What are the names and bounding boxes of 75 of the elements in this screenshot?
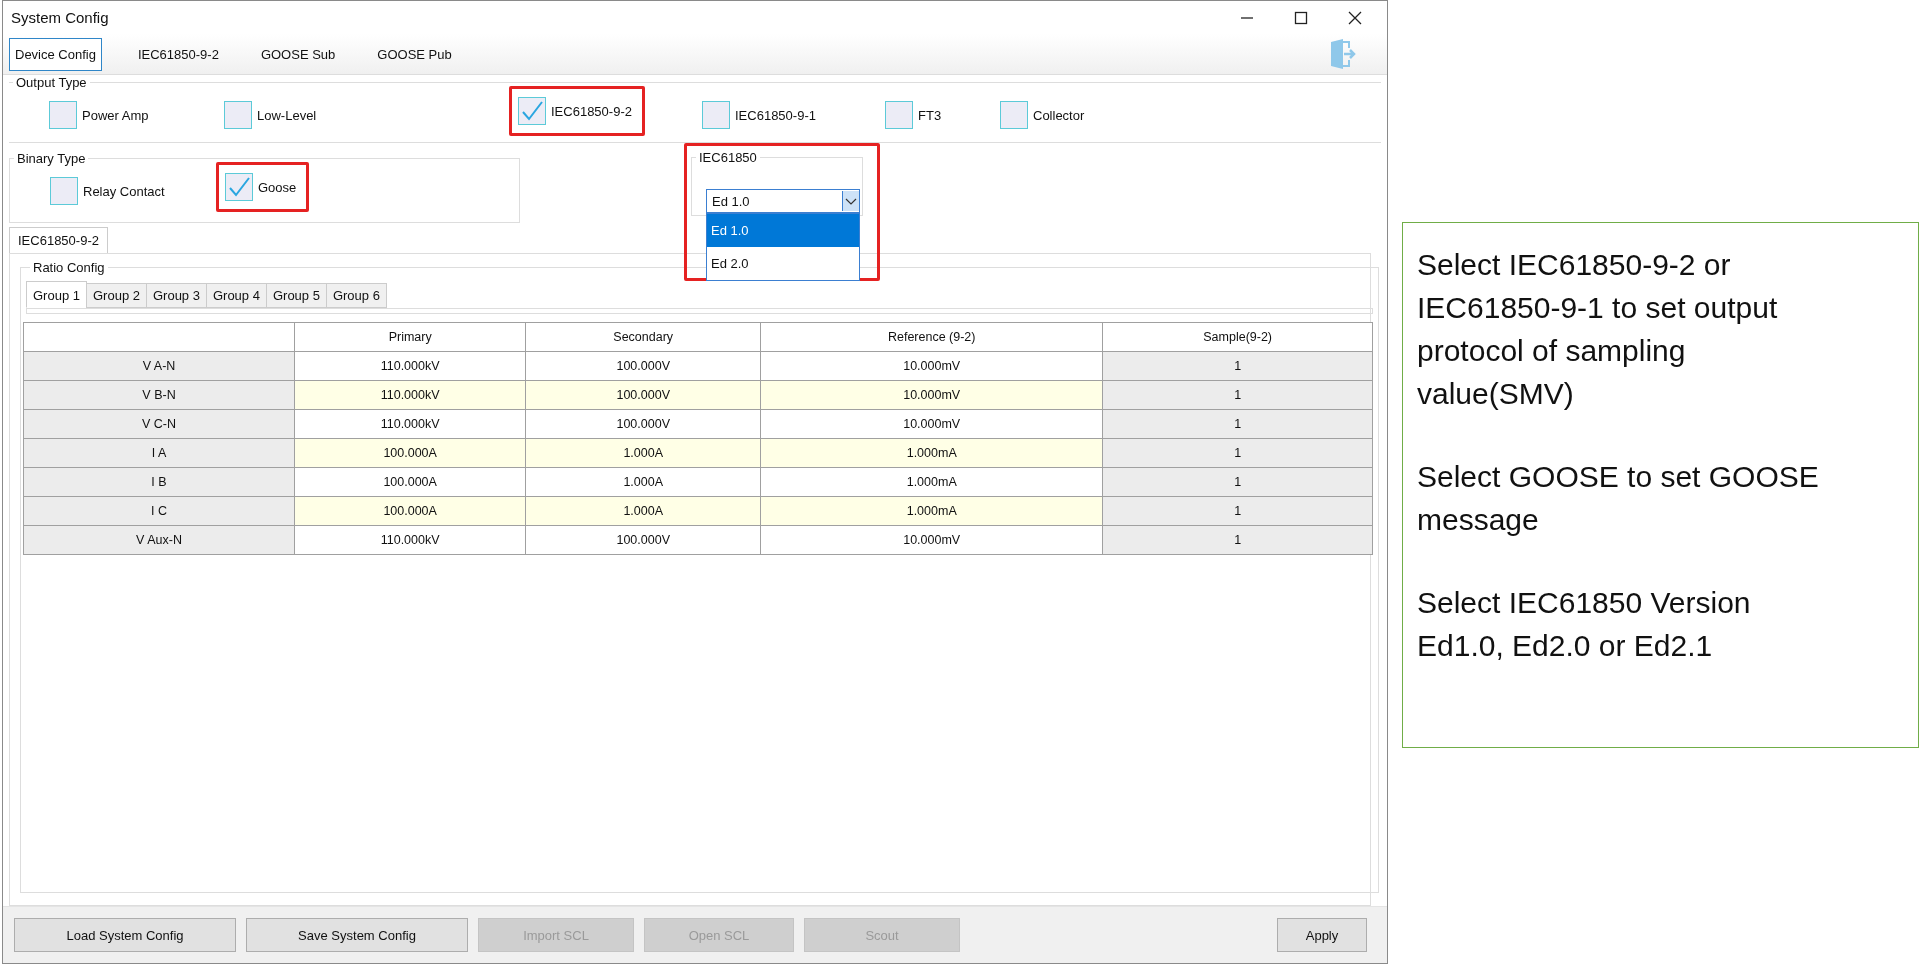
window-title: System Config: [11, 9, 109, 26]
table-cell: 10.000mV: [760, 351, 1103, 381]
table-cell: 100.000V: [525, 525, 761, 555]
table-cell: 1: [1102, 467, 1373, 497]
tab[interactable]: IEC61850-9-2: [9, 227, 108, 253]
table-cell: 1.000A: [525, 496, 761, 526]
column-header: Sample(9-2): [1102, 322, 1373, 352]
table-cell: 110.000kV: [294, 409, 526, 439]
annotation-text: Select IEC61850-9-2 or IEC61850-9-1 to set output protocol of sampling value(SMV): [1417, 247, 1779, 412]
row-header: V B-N: [23, 380, 295, 410]
table-cell: 1: [1102, 351, 1373, 381]
tab[interactable]: Group 2: [86, 283, 147, 308]
version-dropdown[interactable]: Ed 1.0: [706, 189, 860, 213]
table-cell: 100.000V: [525, 409, 761, 439]
row-header: I A: [23, 438, 295, 468]
table-cell: 100.000V: [525, 351, 761, 381]
maximize-icon[interactable]: [1293, 9, 1309, 26]
table-cell: 1.000mA: [760, 438, 1103, 468]
checkbox[interactable]: Power Amp: [40, 94, 158, 136]
checkbox[interactable]: Goose: [216, 162, 310, 212]
row-header: I C: [23, 496, 295, 526]
apply-button[interactable]: Apply: [1277, 918, 1367, 952]
annotation-text: Select GOOSE to set GOOSE message: [1417, 459, 1820, 538]
tab[interactable]: Group 4: [205, 283, 267, 308]
dropdown-option[interactable]: Ed 1.0: [707, 214, 859, 247]
column-header: Secondary: [525, 322, 761, 352]
row-header: V A-N: [23, 351, 295, 381]
tab[interactable]: Group 3: [145, 283, 207, 308]
table-cell: 100.000A: [294, 496, 526, 526]
action-button[interactable]: Save System Config: [246, 918, 468, 952]
tab[interactable]: Device Config: [9, 37, 102, 71]
group-title: Binary Type: [16, 151, 87, 166]
tab[interactable]: IEC61850-9-2: [131, 37, 225, 71]
group-title: Output Type: [15, 75, 88, 90]
tab[interactable]: GOOSE Sub: [254, 37, 342, 71]
table-cell: 1: [1102, 525, 1373, 555]
table-cell: 100.000A: [294, 438, 526, 468]
annotation-text: Select IEC61850 Version Ed1.0, Ed2.0 or Ed2.1: [1417, 585, 1752, 664]
row-header: V Aux-N: [23, 525, 295, 555]
row-header: I B: [23, 467, 295, 497]
table-cell: 100.000A: [294, 467, 526, 497]
checkbox[interactable]: Low-Level: [215, 94, 326, 136]
column-header: Primary: [294, 322, 526, 352]
checkbox[interactable]: Relay Contact: [41, 170, 174, 212]
checkbox[interactable]: IEC61850-9-2: [509, 86, 645, 136]
tab[interactable]: GOOSE Pub: [371, 37, 458, 71]
tab[interactable]: Group 5: [265, 283, 327, 308]
table-cell: 10.000mV: [760, 525, 1103, 555]
table-cell: 1: [1102, 380, 1373, 410]
checkbox[interactable]: Collector: [991, 94, 1094, 136]
close-icon[interactable]: [1347, 9, 1363, 26]
dropdown-option[interactable]: Ed 2.0: [707, 247, 859, 280]
column-header: Reference (9-2): [760, 322, 1103, 352]
action-button[interactable]: Load System Config: [14, 918, 236, 952]
table-cell: 1: [1102, 496, 1373, 526]
table-cell: 1: [1102, 438, 1373, 468]
table-cell: 1.000A: [525, 467, 761, 497]
row-header: V C-N: [23, 409, 295, 439]
table-cell: 110.000kV: [294, 351, 526, 381]
checkbox[interactable]: IEC61850-9-1: [693, 94, 825, 136]
caret-icon: [842, 191, 859, 211]
tab[interactable]: Group 1: [26, 281, 87, 308]
table-cell: 1.000mA: [760, 467, 1103, 497]
group-title: IEC61850: [698, 150, 758, 165]
table-cell: 1.000A: [525, 438, 761, 468]
table-cell: 10.000mV: [760, 380, 1103, 410]
checkbox[interactable]: FT3: [876, 94, 951, 136]
table-cell: 1: [1102, 409, 1373, 439]
group-title: Ratio Config: [32, 260, 106, 275]
table-cell: 10.000mV: [760, 409, 1103, 439]
table-cell: 1.000mA: [760, 496, 1103, 526]
table-cell: 110.000kV: [294, 525, 526, 555]
tab[interactable]: Group 6: [325, 283, 387, 308]
table-cell: 110.000kV: [294, 380, 526, 410]
table-cell: 100.000V: [525, 380, 761, 410]
